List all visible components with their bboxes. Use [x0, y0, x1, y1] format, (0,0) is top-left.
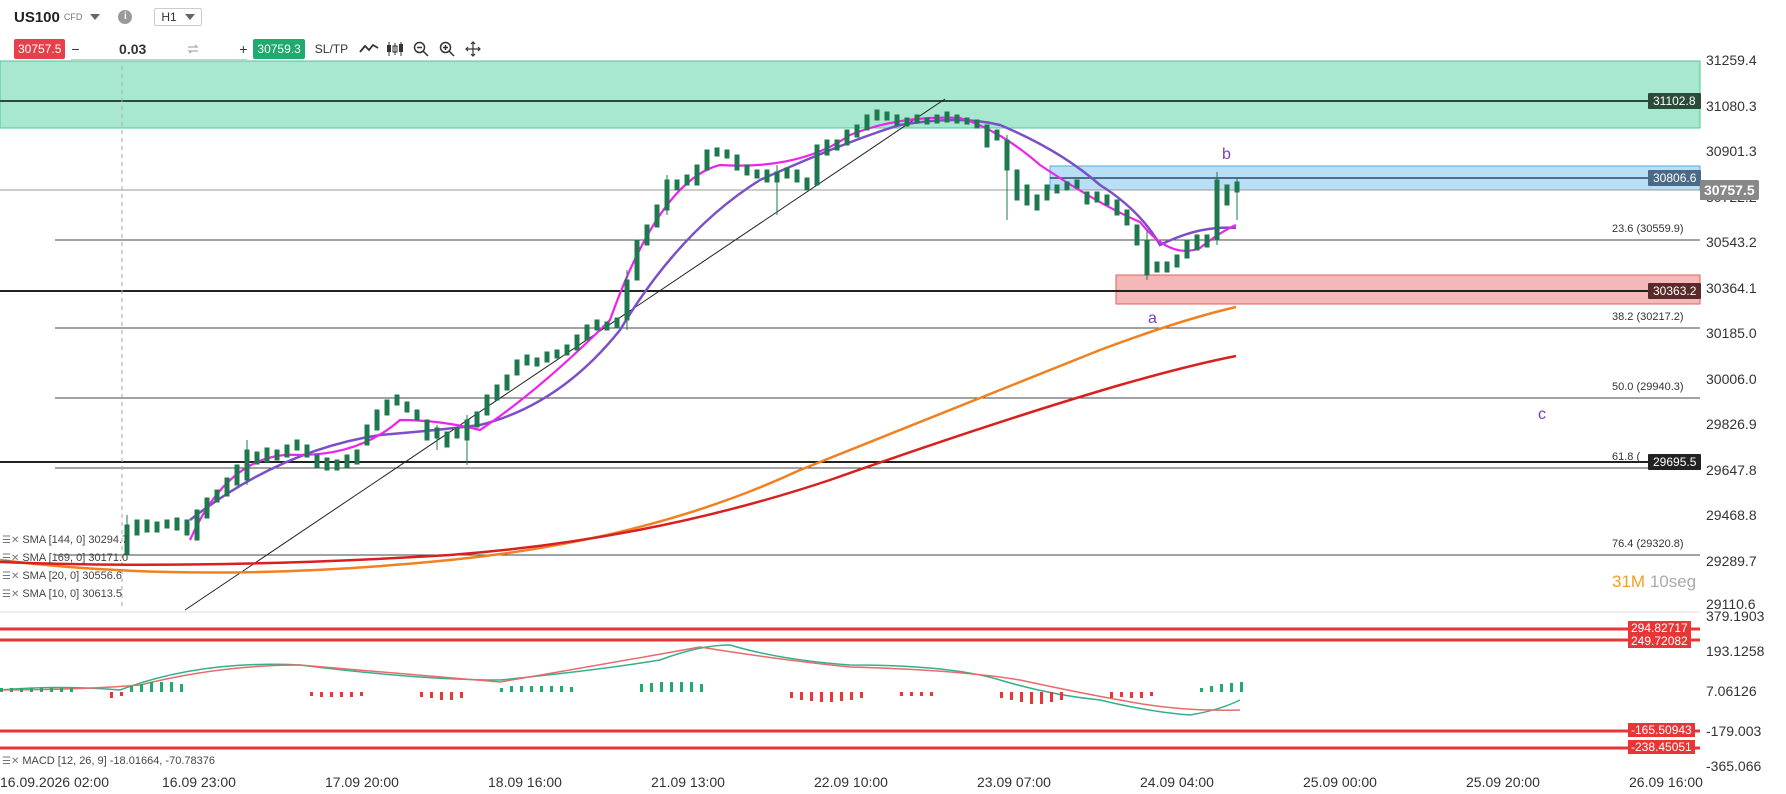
- macd-axis-label: 7.06126: [1706, 683, 1757, 699]
- time-axis-label: 21.09 13:00: [651, 774, 725, 790]
- price-axis-label: 29647.8: [1706, 462, 1757, 478]
- price-axis-label: 31259.4: [1706, 52, 1757, 68]
- time-axis-label: 18.09 16:00: [488, 774, 562, 790]
- time-axis-label: 26.09 16:00: [1629, 774, 1703, 790]
- time-axis-label: 17.09 20:00: [325, 774, 399, 790]
- price-axis-label: 30543.2: [1706, 234, 1757, 250]
- sma-legend[interactable]: ☰✕ SMA [169, 0] 30171.0: [2, 552, 128, 564]
- price-axis-label: 30901.3: [1706, 143, 1757, 159]
- price-tag: 30806.6: [1648, 170, 1702, 186]
- macd-histogram-negative: [110, 692, 1153, 704]
- countdown-minutes: 31M: [1612, 572, 1646, 591]
- wave-label-c: c: [1538, 406, 1546, 423]
- time-axis-label: 25.09 00:00: [1303, 774, 1377, 790]
- macd-line: [0, 644, 1241, 716]
- macd-tag: -238.45051: [1628, 740, 1695, 754]
- fib-label: 61.8 (: [1612, 451, 1641, 463]
- indicator-settings-icon[interactable]: ☰✕: [2, 589, 19, 600]
- sma-legend-label: SMA [169, 0] 30171.0: [22, 552, 129, 564]
- price-chart[interactable]: [0, 0, 1786, 794]
- fib-label: 23.6 (30559.9): [1612, 223, 1684, 235]
- indicator-settings-icon[interactable]: ☰✕: [2, 535, 19, 546]
- macd-signal-line: [0, 646, 1241, 712]
- price-tag: 29695.5: [1648, 454, 1702, 470]
- time-axis-label: 16.09 23:00: [162, 774, 236, 790]
- countdown-seconds: 10seg: [1649, 572, 1697, 591]
- macd-legend-label: MACD [12, 26, 9] -18.01664, -70.78376: [22, 755, 215, 767]
- price-axis-label: 29826.9: [1706, 416, 1757, 432]
- sma-legend[interactable]: ☰✕ SMA [20, 0] 30556.6: [2, 570, 122, 582]
- supply-zone: [0, 60, 1701, 129]
- price-tag: 31102.8: [1648, 93, 1701, 109]
- wave-label-a: a: [1148, 310, 1157, 327]
- macd-axis-label: 379.1903: [1706, 608, 1765, 624]
- sma-legend[interactable]: ☰✕ SMA [144, 0] 30294.7: [2, 534, 128, 546]
- macd-axis-label: -179.003: [1706, 723, 1762, 739]
- price-axis-label: 29289.7: [1706, 553, 1757, 569]
- sma-legend-label: SMA [20, 0] 30556.6: [22, 570, 123, 582]
- time-axis-label: 24.09 04:00: [1140, 774, 1214, 790]
- sma-legend-label: SMA [144, 0] 30294.7: [22, 534, 129, 546]
- demand-zone: [1115, 274, 1701, 305]
- macd-axis-label: -365.066: [1706, 758, 1762, 774]
- macd-axis-label: 193.1258: [1706, 643, 1765, 659]
- price-axis-label: 30185.0: [1706, 325, 1757, 341]
- fib-label: 50.0 (29940.3): [1612, 381, 1684, 393]
- fib-label: 38.2 (30217.2): [1612, 311, 1684, 323]
- macd-legend[interactable]: ☰✕ MACD [12, 26, 9] -18.01664, -70.78376: [2, 755, 215, 767]
- current-price-tag: 30757.5: [1700, 180, 1759, 200]
- price-axis-label: 31080.3: [1706, 98, 1757, 114]
- indicator-settings-icon[interactable]: ☰✕: [2, 553, 19, 564]
- time-axis-label: 16.09.2026 02:00: [0, 774, 109, 790]
- macd-tag: 294.82717: [1628, 621, 1691, 635]
- candle-wicks: [126, 135, 1238, 560]
- sma-legend-label: SMA [10, 0] 30613.5: [22, 588, 123, 600]
- indicator-settings-icon[interactable]: ☰✕: [2, 756, 19, 767]
- price-axis-label: 29468.8: [1706, 507, 1757, 523]
- price-axis-label: 30006.0: [1706, 371, 1757, 387]
- indicator-settings-icon[interactable]: ☰✕: [2, 571, 19, 582]
- sma-legend[interactable]: ☰✕ SMA [10, 0] 30613.5: [2, 588, 122, 600]
- fib-label: 76.4 (29320.8): [1612, 538, 1684, 550]
- time-axis-label: 23.09 07:00: [977, 774, 1051, 790]
- macd-tag: -165.50943: [1628, 723, 1695, 737]
- time-axis-label: 22.09 10:00: [814, 774, 888, 790]
- wave-label-b: b: [1222, 146, 1231, 163]
- time-axis-label: 25.09 20:00: [1466, 774, 1540, 790]
- price-axis-label: 30364.1: [1706, 280, 1757, 296]
- macd-tag: 249.72082: [1628, 634, 1691, 648]
- price-tag: 30363.2: [1648, 283, 1702, 299]
- candle-countdown: 31M 10seg: [1612, 572, 1696, 592]
